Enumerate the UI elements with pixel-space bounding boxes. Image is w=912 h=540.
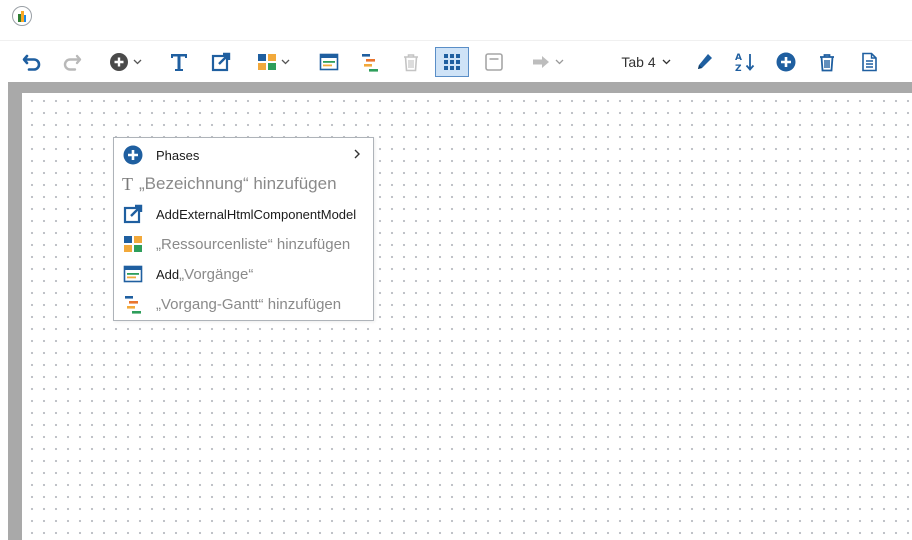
add-external-button[interactable] (207, 47, 235, 77)
menu-item-label: „Ressourcenliste“ hinzufügen (156, 235, 351, 253)
menu-item-add-resources[interactable]: „Ressourcenliste“ hinzufügen (114, 229, 373, 259)
external-link-icon (211, 52, 231, 72)
add-circle-icon (776, 52, 796, 72)
gantt-icon (122, 293, 144, 315)
menu-item-add-label[interactable]: T „Bezeichnung“ hinzufügen (114, 169, 373, 199)
gantt-icon (362, 54, 378, 72)
resource-list-icon (122, 233, 144, 255)
grid-icon (444, 54, 460, 70)
redo-button[interactable] (58, 47, 86, 77)
context-menu: Phases T „Bezeichnung“ hinzufügen AddExt… (113, 137, 374, 321)
page-settings-button[interactable] (855, 47, 883, 77)
app-logo-icon (11, 5, 33, 27)
arrow-dropdown[interactable] (524, 47, 570, 77)
arrow-right-icon (533, 56, 549, 68)
add-element-dropdown[interactable] (104, 47, 146, 77)
undo-icon (22, 54, 41, 71)
rename-tab-button[interactable] (690, 47, 718, 77)
add-gantt-button[interactable] (356, 47, 384, 77)
chevron-down-icon (133, 59, 142, 65)
app-window: Tab 4 A Z Phases T „Bezeichnung“ hinzufü… (0, 0, 912, 540)
text-icon (171, 54, 187, 71)
grid-toggle-button[interactable] (435, 47, 469, 77)
menu-item-add-external[interactable]: AddExternalHtmlComponentModel (114, 199, 373, 229)
chevron-down-icon (555, 59, 564, 65)
menu-item-add-gantt[interactable]: „Vorgang-Gantt“ hinzufügen (114, 289, 373, 319)
tab-selector-label: Tab 4 (621, 54, 656, 70)
chevron-down-icon (281, 59, 290, 65)
chevron-right-icon (354, 149, 360, 159)
menu-item-add-activities[interactable]: Add „Vorgänge“ (114, 259, 373, 289)
add-text-button[interactable] (165, 47, 193, 77)
resource-list-icon (258, 54, 276, 70)
activities-icon (319, 53, 339, 71)
document-icon (862, 52, 877, 72)
add-tab-button[interactable] (772, 47, 800, 77)
activities-icon (122, 263, 144, 285)
external-link-icon (122, 203, 144, 225)
toolbar: Tab 4 A Z (0, 40, 912, 82)
menu-item-label: „Bezeichnung“ hinzufügen (139, 174, 337, 193)
menu-item-label: Phases (156, 147, 200, 163)
delete-element-button[interactable] (397, 47, 425, 77)
sort-tabs-button[interactable]: A Z (731, 47, 759, 77)
menu-item-phases[interactable]: Phases (114, 140, 373, 170)
sort-az-icon: A Z (735, 53, 755, 74)
delete-tab-button[interactable] (813, 47, 841, 77)
pencil-icon (698, 54, 712, 69)
tab-selector-dropdown[interactable]: Tab 4 (616, 47, 676, 77)
frame-button[interactable] (480, 47, 508, 77)
add-circle-icon (110, 53, 128, 71)
add-activities-button[interactable] (315, 47, 343, 77)
trash-icon (404, 54, 418, 72)
text-icon: T (122, 173, 133, 194)
menu-item-label: „Vorgänge“ (179, 265, 254, 283)
svg-text:A: A (735, 53, 742, 63)
undo-button[interactable] (18, 47, 46, 77)
trash-icon (820, 54, 834, 72)
menu-item-label: AddExternalHtmlComponentModel (156, 206, 357, 222)
title-bar (0, 0, 912, 34)
add-circle-icon (122, 144, 144, 166)
menu-item-label-bold: Add (156, 266, 180, 282)
redo-icon (63, 54, 82, 71)
chevron-down-icon (662, 59, 671, 65)
menu-item-label: „Vorgang-Gantt“ hinzufügen (156, 295, 342, 313)
svg-text:Z: Z (735, 64, 742, 74)
add-resource-dropdown[interactable] (250, 47, 296, 77)
frame-icon (485, 53, 503, 71)
